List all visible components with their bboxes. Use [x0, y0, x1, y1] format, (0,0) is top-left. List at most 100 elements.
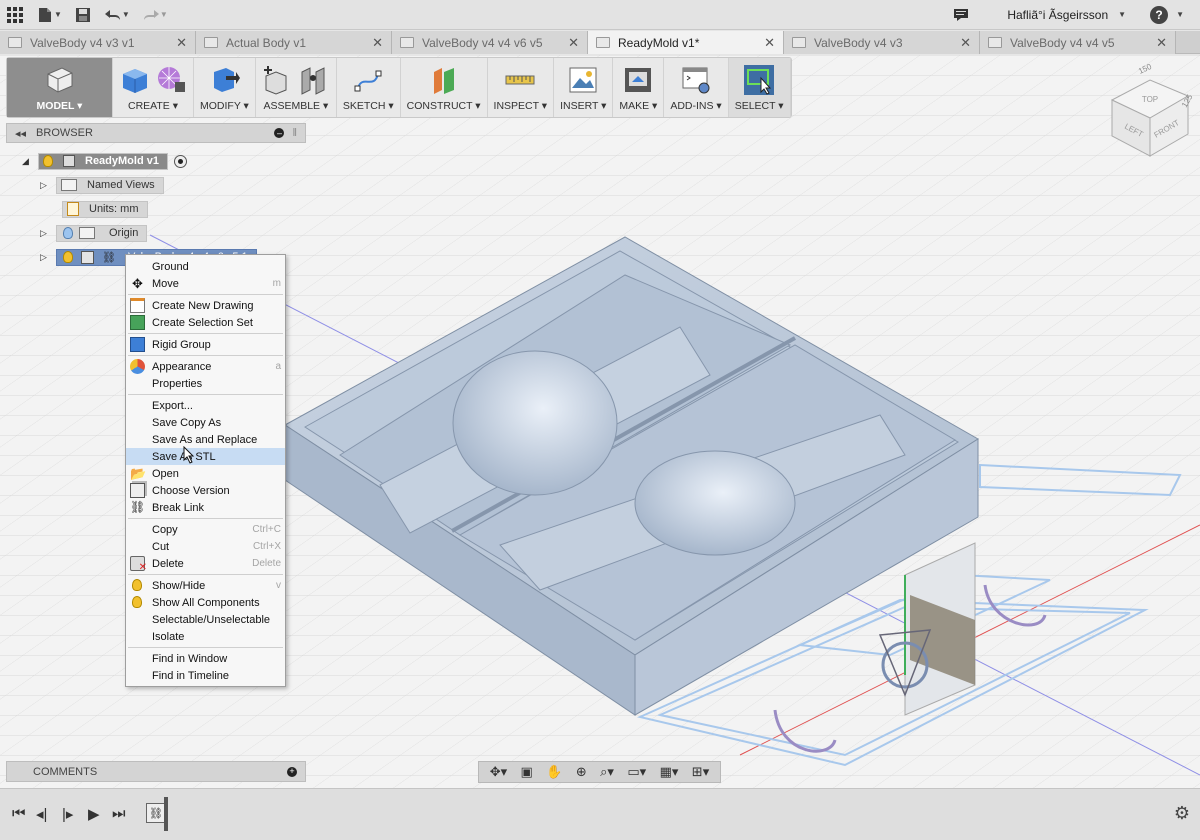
menu-item-create-selection-set[interactable]: Create Selection Set: [126, 314, 285, 331]
activate-radio-icon[interactable]: [173, 154, 187, 168]
panel-grip-icon[interactable]: ‖: [292, 127, 297, 139]
menu-item-appearance[interactable]: Appearance a: [126, 358, 285, 375]
add-ins-menu[interactable]: ADD-INS ▾: [664, 58, 729, 117]
step-back-icon[interactable]: ◂|: [36, 805, 47, 823]
menu-item-properties[interactable]: Properties: [126, 375, 285, 392]
menu-item-copy[interactable]: Copy Ctrl+C: [126, 521, 285, 538]
tab-valvebody-v4-v4-v5[interactable]: ValveBody v4 v4 v5 ✕: [980, 31, 1176, 54]
menu-item-selectable-unselectable[interactable]: Selectable/Unselectable: [126, 611, 285, 628]
timeline-feature[interactable]: ⛓: [146, 803, 166, 823]
menu-item-ground[interactable]: Ground: [126, 258, 285, 275]
visibility-bulb-icon[interactable]: [63, 227, 73, 239]
collapsed-triangle-icon[interactable]: ▷: [40, 228, 50, 238]
joint-icon: [301, 66, 325, 95]
chevron-down-icon[interactable]: ▼: [1176, 10, 1184, 19]
tree-item-origin[interactable]: ▷ Origin: [40, 223, 148, 243]
go-to-end-icon[interactable]: ⏭: [112, 805, 126, 822]
collapse-icon[interactable]: ◂◂: [15, 127, 26, 140]
menu-item-show-all-components[interactable]: Show All Components: [126, 594, 285, 611]
menu-item-export[interactable]: Export...: [126, 397, 285, 414]
menu-item-create-new-drawing[interactable]: Create New Drawing: [126, 297, 285, 314]
menu-item-find-in-timeline[interactable]: Find in Timeline: [126, 667, 285, 684]
select-menu[interactable]: SELECT ▾: [728, 58, 791, 117]
display-settings-icon[interactable]: ▭▾: [627, 764, 646, 780]
make-menu[interactable]: MAKE ▾: [613, 58, 665, 117]
expanded-triangle-icon[interactable]: ◢: [22, 156, 32, 166]
inspect-menu[interactable]: INSPECT ▾: [488, 58, 555, 117]
view-cube[interactable]: TOP LEFT FRONT 150 125: [1100, 60, 1200, 160]
comments-panel-header[interactable]: COMMENTS +: [6, 761, 306, 782]
component-icon: [81, 250, 94, 264]
main-toolbar: MODEL ▾ CREATE ▾ MODIFY ▾ ASSEMBLE ▾ SKE…: [6, 57, 792, 118]
tab-valvebody-v4-v3-v1[interactable]: ValveBody v4 v3 v1 ✕: [0, 31, 196, 54]
step-play-icon[interactable]: |▸: [62, 805, 73, 823]
menu-item-find-in-window[interactable]: Find in Window: [126, 650, 285, 667]
insert-menu[interactable]: INSERT ▾: [554, 58, 614, 117]
assemble-menu[interactable]: ASSEMBLE ▾: [256, 58, 337, 117]
close-icon[interactable]: ✕: [568, 35, 579, 51]
fit-icon[interactable]: ⌕▾: [600, 764, 614, 780]
viewports-icon[interactable]: ⊞▾: [692, 764, 709, 780]
user-name[interactable]: Hafliã°i Ãsgeirsson: [1007, 8, 1108, 22]
tree-item-named-views[interactable]: ▷ Named Views: [40, 175, 164, 195]
menu-item-show-hide[interactable]: Show/Hide v: [126, 577, 285, 594]
close-icon[interactable]: ✕: [764, 35, 775, 51]
menu-item-delete[interactable]: ✕ Delete Delete: [126, 555, 285, 573]
workspace-switcher[interactable]: MODEL ▾: [7, 58, 113, 117]
menu-item-save-as-and-replace[interactable]: Save As and Replace: [126, 431, 285, 448]
look-at-icon[interactable]: ▣: [521, 764, 533, 780]
tree-root[interactable]: ◢ ReadyMold v1: [22, 151, 187, 171]
menu-item-save-copy-as[interactable]: Save Copy As: [126, 414, 285, 431]
chevron-down-icon[interactable]: ▼: [160, 10, 168, 19]
gear-icon[interactable]: ⚙: [1174, 803, 1190, 824]
pan-icon[interactable]: ✋: [546, 764, 562, 780]
collapsed-triangle-icon[interactable]: ▷: [40, 252, 50, 262]
chat-icon[interactable]: [953, 8, 969, 22]
grid-settings-icon[interactable]: ▦▾: [660, 764, 679, 780]
minus-icon[interactable]: –: [274, 128, 285, 138]
tab-valvebody-v4-v4-v6-v5[interactable]: ValveBody v4 v4 v6 v5 ✕: [392, 31, 588, 54]
root-node[interactable]: ReadyMold v1: [38, 152, 168, 170]
menu-item-move[interactable]: ✥ Move m: [126, 275, 285, 292]
close-icon[interactable]: ✕: [1156, 35, 1167, 51]
chevron-down-icon[interactable]: ▼: [54, 10, 62, 19]
menu-item-save-as-stl[interactable]: Save As STL: [126, 446, 285, 465]
bulb-icon: [130, 595, 145, 610]
menu-item-cut[interactable]: Cut Ctrl+X: [126, 538, 285, 555]
menu-item-rigid-group[interactable]: Rigid Group: [126, 336, 285, 353]
tab-readymold-v1[interactable]: ReadyMold v1* ✕: [588, 31, 784, 54]
browser-panel-header[interactable]: ◂◂ BROWSER – ‖: [6, 123, 306, 143]
tree-item-units[interactable]: Units: mm: [56, 199, 148, 219]
collapsed-triangle-icon[interactable]: ▷: [40, 180, 50, 190]
apps-grid-button[interactable]: [0, 0, 30, 30]
menu-item-break-link[interactable]: ⛓ Break Link: [126, 499, 285, 516]
chevron-down-icon[interactable]: ▼: [122, 10, 130, 19]
go-to-start-icon[interactable]: ⏮: [12, 805, 26, 822]
close-icon[interactable]: ✕: [176, 35, 187, 51]
add-comment-icon[interactable]: +: [287, 766, 297, 777]
help-icon[interactable]: ?: [1150, 5, 1169, 24]
zoom-icon[interactable]: ⊕: [576, 764, 587, 780]
select-cursor-icon: [744, 64, 775, 95]
modify-menu[interactable]: MODIFY ▾: [194, 58, 256, 117]
tab-valvebody-v4-v3[interactable]: ValveBody v4 v3 ✕: [784, 31, 980, 54]
menu-item-choose-version[interactable]: Choose Version: [126, 482, 285, 499]
menu-item-open[interactable]: 📂 Open: [126, 465, 285, 482]
save-button[interactable]: [68, 0, 98, 30]
open-folder-icon: 📂: [130, 466, 147, 481]
close-icon[interactable]: ✕: [960, 35, 971, 51]
orbit-icon[interactable]: ✥▾: [490, 764, 507, 780]
create-menu[interactable]: CREATE ▾: [113, 58, 194, 117]
scripts-icon: [682, 67, 710, 93]
construct-menu[interactable]: CONSTRUCT ▾: [401, 58, 488, 117]
close-icon[interactable]: ✕: [372, 35, 383, 51]
view-cube-top[interactable]: TOP: [1142, 95, 1158, 104]
menu-item-isolate[interactable]: Isolate: [126, 628, 285, 645]
visibility-bulb-icon[interactable]: [63, 251, 73, 263]
tab-actual-body-v1[interactable]: Actual Body v1 ✕: [196, 31, 392, 54]
play-icon[interactable]: ▶: [88, 805, 100, 823]
visibility-bulb-icon[interactable]: [43, 155, 53, 167]
sketch-menu[interactable]: SKETCH ▾: [337, 58, 401, 117]
timeline-marker[interactable]: [164, 797, 168, 831]
chevron-down-icon[interactable]: ▼: [1118, 10, 1126, 19]
